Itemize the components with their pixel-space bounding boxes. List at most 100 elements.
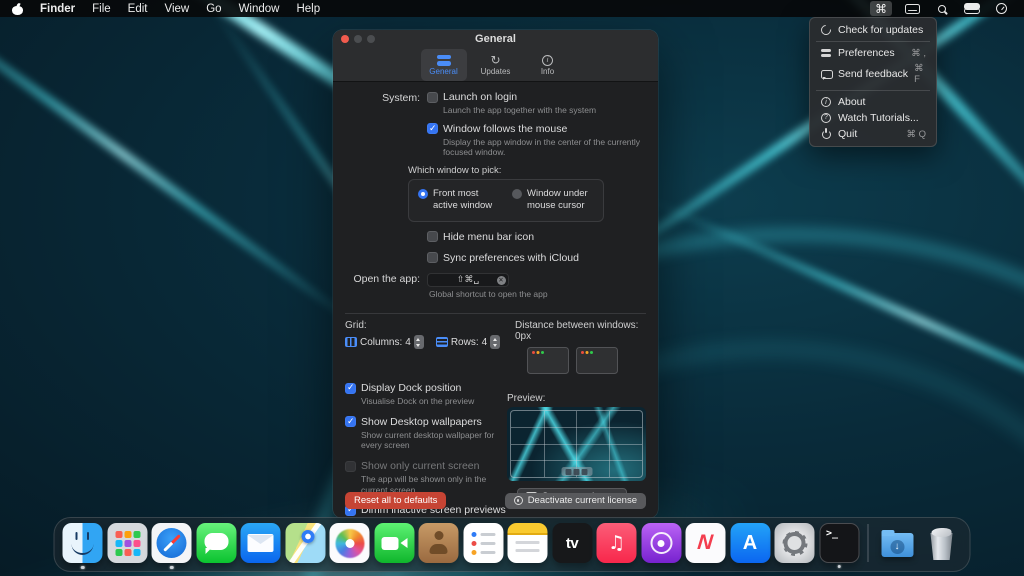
menu-bar-item-edit[interactable]: Edit <box>128 3 148 15</box>
reset-all-button[interactable]: Reset all to defaults <box>345 492 447 509</box>
dock-item-trash[interactable] <box>922 523 962 563</box>
mini-window-preview <box>576 347 618 375</box>
only-current-screen-checkbox[interactable] <box>345 460 356 472</box>
window-title: General <box>475 33 516 45</box>
launch-on-login-checkbox[interactable] <box>427 91 438 103</box>
dock-item-facetime[interactable] <box>374 523 414 563</box>
clock-status-icon[interactable] <box>991 1 1012 16</box>
rows-value: 4 <box>481 336 488 348</box>
distance-label: Distance between windows: 0px <box>515 320 639 343</box>
columns-value: 4 <box>405 336 411 348</box>
dock-item-safari[interactable] <box>151 523 192 569</box>
refresh-icon <box>820 24 832 36</box>
launch-on-login-label: Launch on login <box>443 91 518 103</box>
system-label: System: <box>382 91 420 104</box>
show-wallpapers-caption: Show current desktop wallpaper for every… <box>361 429 495 451</box>
mini-window-preview <box>527 347 569 375</box>
menu-item-label: Preferences <box>838 47 895 59</box>
section-divider <box>345 313 646 315</box>
apple-menu-icon[interactable] <box>12 3 23 15</box>
screen-preview <box>507 407 646 482</box>
rows-stepper[interactable] <box>490 335 501 350</box>
menu-bar-item-help[interactable]: Help <box>296 3 320 15</box>
menu-bar-item-file[interactable]: File <box>92 3 111 15</box>
window-follows-mouse-label: Window follows the mouse <box>443 122 568 135</box>
deactivate-license-button[interactable]: Deactivate current license <box>504 492 646 509</box>
rows-icon <box>435 337 448 348</box>
columns-stepper[interactable] <box>413 335 424 350</box>
radio-front-most-control[interactable] <box>418 188 428 199</box>
window-toolbar: General ↻ Updates i Info <box>333 48 658 82</box>
menu-item-shortcut: ⌘ F <box>914 63 924 85</box>
sync-icloud-label: Sync preferences with iCloud <box>443 251 579 264</box>
menu-item-quit[interactable]: Quit ⌘ Q <box>814 126 932 142</box>
preview-dock-indicator <box>561 467 592 477</box>
dock-item-news[interactable]: N <box>685 523 726 563</box>
dock-item-photos[interactable] <box>329 523 370 563</box>
display-dock-caption: Visualise Dock on the preview <box>361 396 475 407</box>
menu-bar-item-window[interactable]: Window <box>239 3 280 15</box>
dock-item-podcasts[interactable] <box>641 523 681 563</box>
menu-item-watch-tutorials[interactable]: Watch Tutorials... <box>814 110 932 126</box>
show-wallpapers-checkbox[interactable] <box>345 416 356 428</box>
which-window-groupbox: Front most active window Window under mo… <box>408 178 604 222</box>
radio-window-under[interactable]: Window under mouse cursor <box>512 188 594 213</box>
window-follows-mouse-caption: Display the app window in the center of … <box>443 136 641 158</box>
dock-item-tv[interactable]: tv <box>552 523 592 563</box>
settings-content: System: Launch on login Launch the app t… <box>333 82 658 518</box>
menu-bar-item-view[interactable]: View <box>165 3 190 15</box>
window-title-bar[interactable]: General <box>333 30 658 48</box>
running-indicator <box>80 565 85 569</box>
news-glyph: N <box>696 531 715 554</box>
menu-bar-item-go[interactable]: Go <box>206 3 221 15</box>
running-indicator <box>169 565 174 569</box>
dock-item-terminal[interactable]: >_ <box>819 523 859 568</box>
control-center-icon[interactable] <box>959 1 983 16</box>
global-shortcut-field[interactable]: ⇧⌘␣ ✕ <box>427 272 509 287</box>
hide-menu-bar-label: Hide menu bar icon <box>443 230 535 243</box>
dock-item-appstore[interactable]: A <box>730 523 770 563</box>
dock-item-downloads[interactable]: ↓ <box>877 523 917 563</box>
preferences-window: General General ↻ Updates i Info System:… <box>333 30 658 518</box>
status-app-dropdown-menu: Check for updates Preferences ⌘ , Send feed… <box>809 17 937 147</box>
menu-item-shortcut: ⌘ , <box>911 47 926 59</box>
menu-item-label: Check for updates <box>838 24 924 36</box>
menu-item-about[interactable]: About <box>814 94 932 110</box>
dock-item-launchpad[interactable] <box>107 523 147 563</box>
tab-info[interactable]: i Info <box>525 49 571 81</box>
dock-item-maps[interactable] <box>285 523 325 563</box>
menu-item-label: Watch Tutorials... <box>838 112 919 124</box>
show-wallpapers-label: Show Desktop wallpapers <box>361 415 482 428</box>
dock-item-finder[interactable] <box>62 523 103 569</box>
menu-item-send-feedback[interactable]: Send feedback ⌘ F <box>814 61 932 87</box>
which-window-label: Which window to pick: <box>408 164 502 176</box>
license-icon <box>513 496 523 505</box>
power-icon <box>820 128 832 140</box>
menu-item-preferences[interactable]: Preferences ⌘ , <box>814 45 932 61</box>
app-logo-status-icon[interactable]: ⌘ <box>870 1 892 16</box>
dock-item-contacts[interactable] <box>418 523 459 563</box>
menu-bar-app-name[interactable]: Finder <box>40 3 75 15</box>
dock-item-messages[interactable] <box>196 523 236 563</box>
hide-menu-bar-checkbox[interactable] <box>427 231 438 243</box>
question-icon <box>820 112 832 124</box>
display-dock-checkbox[interactable] <box>345 382 356 394</box>
downloads-glyph: ↓ <box>890 540 904 554</box>
menu-item-check-for-updates[interactable]: Check for updates <box>814 22 932 38</box>
radio-front-most[interactable]: Front most active window <box>418 188 500 213</box>
dock-item-notes[interactable] <box>507 523 548 563</box>
window-follows-mouse-checkbox[interactable] <box>427 123 438 135</box>
tab-general[interactable]: General <box>420 49 467 81</box>
clear-shortcut-icon[interactable]: ✕ <box>496 275 506 285</box>
dock-item-music[interactable]: ♫ <box>596 523 637 563</box>
refresh-icon: ↻ <box>490 52 501 67</box>
dock-item-mail[interactable] <box>240 523 281 563</box>
dock-item-settings[interactable] <box>774 523 815 563</box>
spotlight-search-icon[interactable] <box>933 1 951 16</box>
radio-window-under-control[interactable] <box>512 188 522 199</box>
menu-bar: Finder File Edit View Go Window Help ⌘ <box>0 0 1024 17</box>
sync-icloud-checkbox[interactable] <box>427 252 438 264</box>
dock-item-reminders[interactable] <box>463 523 503 563</box>
tab-updates[interactable]: ↻ Updates <box>473 49 519 81</box>
keyboard-status-icon[interactable] <box>900 1 925 16</box>
